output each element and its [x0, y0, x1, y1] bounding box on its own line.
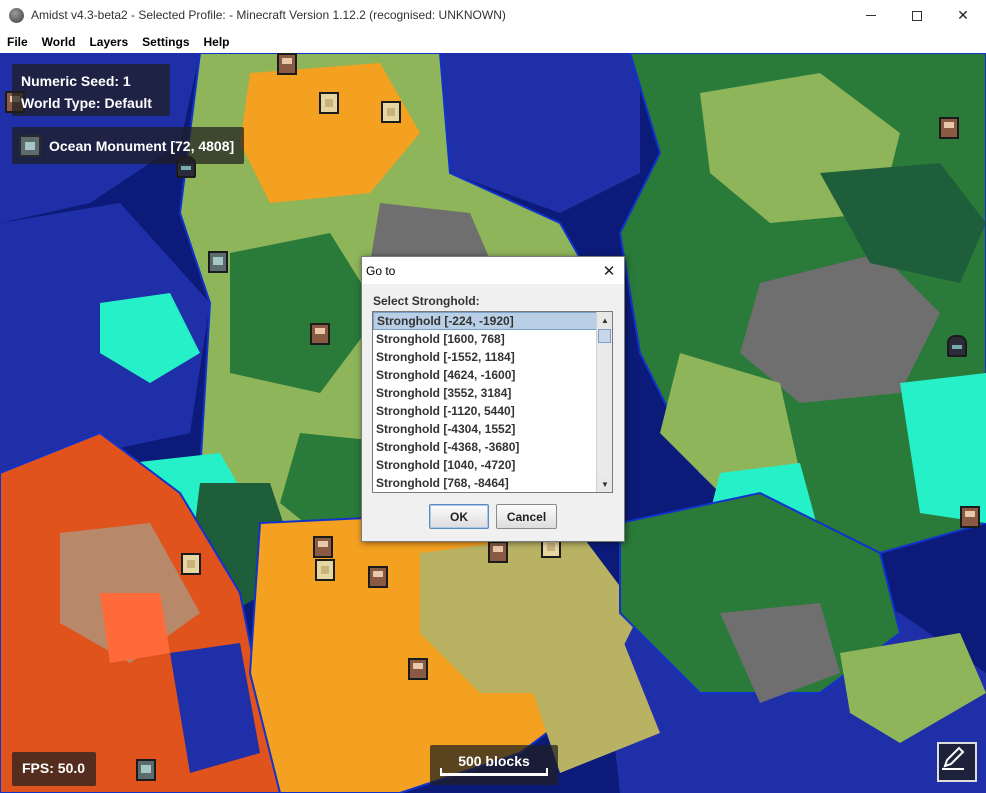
scale-label: 500 blocks: [458, 753, 530, 769]
scroll-down-button[interactable]: ▼: [597, 476, 612, 492]
list-scrollbar[interactable]: ▲ ▼: [596, 312, 612, 492]
village-marker[interactable]: [488, 541, 508, 563]
ocean-monument-marker[interactable]: [208, 251, 228, 273]
desert-temple-marker[interactable]: [181, 553, 201, 575]
village-marker[interactable]: [313, 536, 333, 558]
menu-world[interactable]: World: [35, 35, 83, 49]
menu-settings[interactable]: Settings: [135, 35, 196, 49]
maximize-button[interactable]: [894, 0, 940, 31]
scroll-up-button[interactable]: ▲: [597, 312, 612, 328]
dialog-title-bar: Go to ✕: [362, 257, 624, 284]
village-marker[interactable]: [310, 323, 330, 345]
list-item[interactable]: Stronghold [-1120, 5440]: [373, 402, 597, 420]
village-marker[interactable]: [960, 506, 980, 528]
village-marker[interactable]: [408, 658, 428, 680]
world-type-label: World Type: Default: [21, 95, 152, 111]
seed-info-panel: Numeric Seed: 1 World Type: Default: [12, 64, 170, 116]
village-marker[interactable]: [277, 53, 297, 75]
menu-layers[interactable]: Layers: [82, 35, 135, 49]
list-item[interactable]: Stronghold [-1552, 1184]: [373, 348, 597, 366]
list-item[interactable]: Stronghold [3552, 3184]: [373, 384, 597, 402]
list-item[interactable]: Stronghold [1600, 768]: [373, 330, 597, 348]
menu-bar: File World Layers Settings Help: [0, 31, 986, 53]
menu-help[interactable]: Help: [197, 35, 237, 49]
scroll-thumb[interactable]: [598, 329, 611, 343]
list-item[interactable]: Stronghold [1040, -4720]: [373, 456, 597, 474]
fps-label: FPS: 50.0: [22, 760, 86, 776]
witch-hut-marker[interactable]: [947, 335, 967, 357]
cancel-button[interactable]: Cancel: [496, 504, 557, 529]
desert-temple-marker[interactable]: [381, 101, 401, 123]
close-icon: ✕: [957, 7, 969, 23]
list-item[interactable]: Stronghold [-4368, -3680]: [373, 438, 597, 456]
chevron-down-icon: ▼: [601, 479, 609, 489]
desert-temple-marker[interactable]: [319, 92, 339, 114]
selected-structure-label: Ocean Monument [72, 4808]: [49, 137, 235, 154]
seed-label: Numeric Seed: 1: [21, 73, 131, 89]
minimize-icon: [866, 15, 876, 16]
stronghold-list[interactable]: Stronghold [-224, -1920] Stronghold [160…: [372, 311, 613, 493]
village-marker[interactable]: [939, 117, 959, 139]
minimize-button[interactable]: [848, 0, 894, 31]
title-bar: Amidst v4.3-beta2 - Selected Profile: - …: [0, 0, 986, 31]
maximize-icon: [912, 10, 922, 21]
close-icon: ✕: [602, 262, 616, 280]
menu-file[interactable]: File: [0, 35, 35, 49]
list-item[interactable]: Stronghold [-224, -1920]: [373, 312, 597, 330]
dialog-close-button[interactable]: ✕: [594, 257, 624, 284]
ocean-monument-marker[interactable]: [136, 759, 156, 781]
list-item[interactable]: Stronghold [4624, -1600]: [373, 366, 597, 384]
window-title: Amidst v4.3-beta2 - Selected Profile: - …: [31, 8, 506, 22]
dialog-title: Go to: [366, 264, 396, 278]
app-icon: [9, 8, 24, 23]
scale-bar: [440, 768, 548, 776]
edit-button[interactable]: [937, 742, 977, 782]
pencil-icon: [942, 746, 965, 770]
chevron-up-icon: ▲: [601, 315, 609, 325]
village-marker[interactable]: [368, 566, 388, 588]
ok-button[interactable]: OK: [429, 504, 489, 529]
desert-temple-marker[interactable]: [315, 559, 335, 581]
selected-structure-panel: Ocean Monument [72, 4808]: [12, 127, 244, 164]
close-window-button[interactable]: ✕: [940, 0, 986, 31]
select-stronghold-label: Select Stronghold:: [373, 294, 480, 308]
list-item[interactable]: Stronghold [-4304, 1552]: [373, 420, 597, 438]
scale-panel: 500 blocks: [430, 745, 558, 785]
goto-dialog: Go to ✕ Select Stronghold: Stronghold [-…: [361, 256, 625, 542]
ocean-monument-icon: [19, 134, 41, 157]
fps-panel: FPS: 50.0: [12, 752, 96, 786]
list-item[interactable]: Stronghold [768, -8464]: [373, 474, 597, 492]
